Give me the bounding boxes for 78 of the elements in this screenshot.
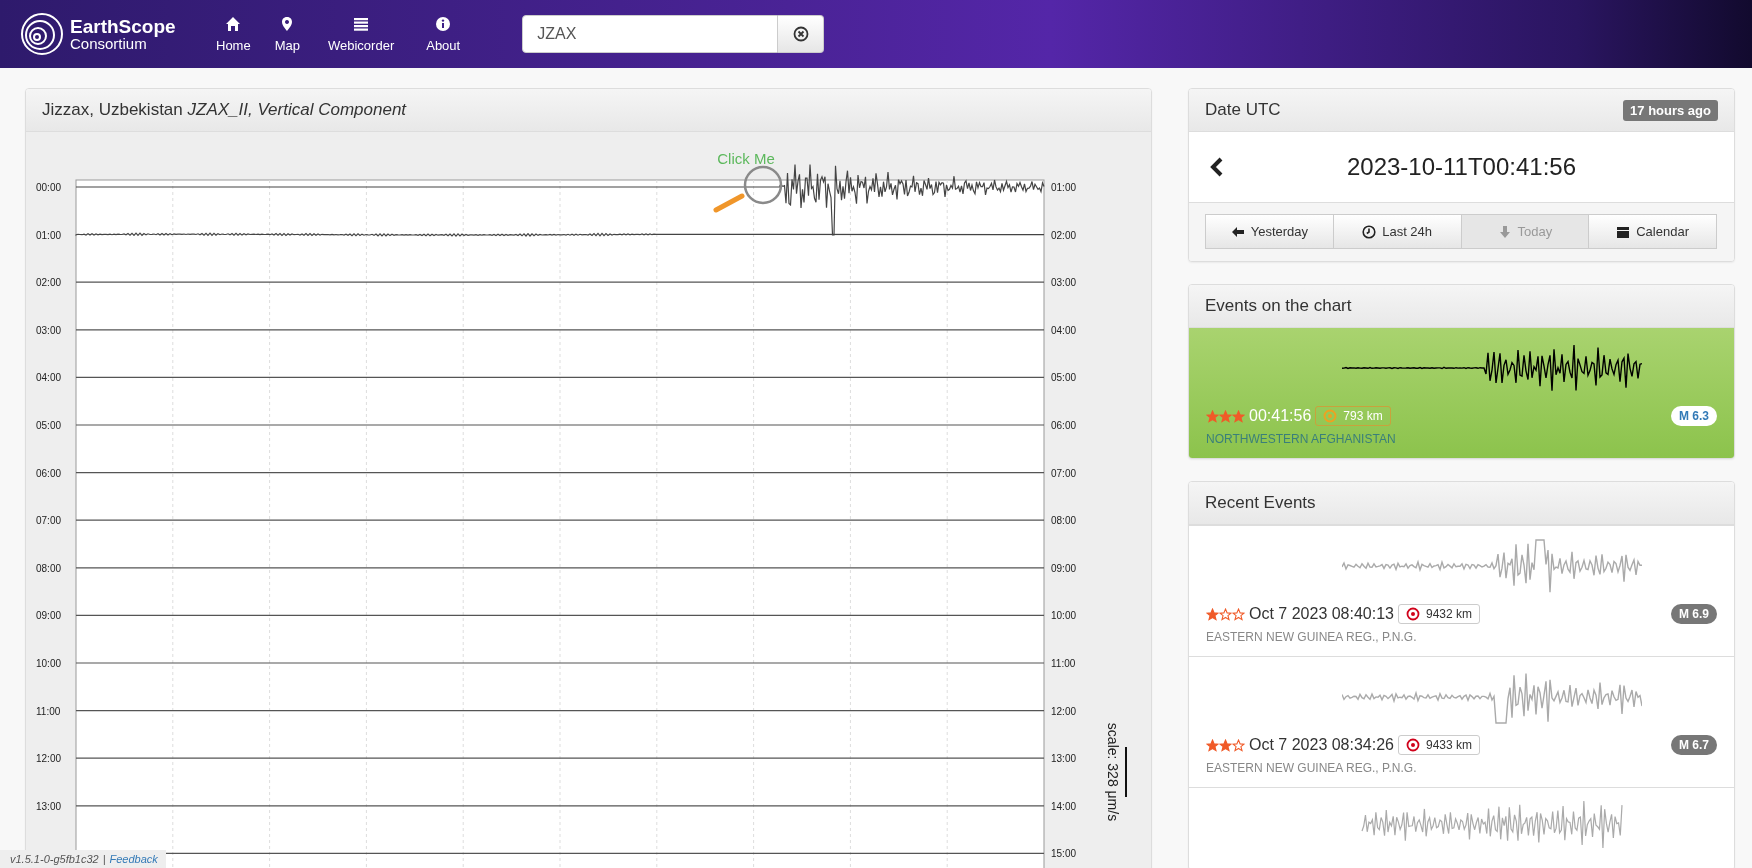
time-label: 12:00 <box>36 753 62 765</box>
time-label: 02:00 <box>36 277 62 289</box>
time-label: 07:00 <box>1051 467 1077 479</box>
info-icon <box>435 15 452 32</box>
time-label: 13:00 <box>1051 753 1077 765</box>
event-location: NORTHWESTERN AFGHANISTAN <box>1206 432 1397 446</box>
logo-icon <box>18 12 66 56</box>
target-icon <box>1323 409 1338 423</box>
panel-title: Jizzax, Uzbekistan JZAX_II, Vertical Component <box>42 100 407 120</box>
nav-link[interactable]: Home <box>204 15 263 53</box>
time-label: 03:00 <box>36 324 62 336</box>
panel-title: Recent Events <box>1205 493 1316 513</box>
home-icon <box>225 15 242 32</box>
target-icon <box>1406 607 1420 621</box>
date-display: 2023-10-11T00:41:56 <box>1345 153 1578 181</box>
time-label: 02:00 <box>1051 229 1077 241</box>
scale-label: scale: 328 μm/s <box>1105 722 1121 822</box>
time-label: 08:00 <box>36 562 62 574</box>
logo-subtitle: Consortium <box>70 36 147 51</box>
time-label: 08:00 <box>1051 515 1077 527</box>
event-location: EASTERN NEW GUINEA REG., P.N.G. <box>1206 630 1418 644</box>
scale-bar <box>1125 746 1127 798</box>
time-label: 11:00 <box>36 705 61 717</box>
magnifier-icon[interactable] <box>713 165 783 213</box>
event-time: 00:41:56 <box>1249 407 1312 425</box>
time-label: 09:00 <box>36 610 62 622</box>
time-label: 11:00 <box>1051 658 1076 669</box>
time-label: 01:00 <box>36 229 62 241</box>
event-item[interactable]: 00:41:56 793 km M 6.3 NORTHWESTERN AFGHANISTAN <box>1189 328 1734 458</box>
time-label: 06:00 <box>36 467 62 479</box>
list-icon <box>353 15 370 32</box>
back-chevron-icon[interactable] <box>1209 157 1225 177</box>
magnitude-badge: M 6.3 <box>1671 406 1717 426</box>
close-icon <box>792 26 809 42</box>
magnitude-badge: M 6.7 <box>1671 735 1717 755</box>
time-label: 00:00 <box>36 182 62 193</box>
distance-tag: 9433 km <box>1398 735 1481 755</box>
time-label: 12:00 <box>1051 705 1077 717</box>
nav-link[interactable]: About <box>410 15 473 53</box>
time-label: 05:00 <box>1051 372 1077 384</box>
time-label: 01:00 <box>1051 182 1077 193</box>
panel-title: Events on the chart <box>1205 296 1352 316</box>
distance-tag: 793 km <box>1315 406 1391 426</box>
time-ago-badge: 17 hours ago <box>1623 99 1718 121</box>
time-label: 14:00 <box>1051 800 1077 812</box>
clock-icon <box>1362 224 1377 239</box>
clear-button[interactable] <box>778 15 825 53</box>
time-label: 09:00 <box>1051 562 1077 574</box>
time-label: 13:00 <box>36 800 62 812</box>
time-label: 03:00 <box>1051 277 1077 289</box>
date-nav-button[interactable]: Yesterday <box>1205 214 1334 249</box>
time-label: 05:00 <box>36 420 62 431</box>
time-label: 10:00 <box>1051 610 1077 622</box>
magnitude-badge: M 6.9 <box>1671 604 1717 624</box>
distance-tag: 9432 km <box>1398 604 1481 624</box>
version-label: v1.5.1-0-g5fb1c32 <box>10 853 99 865</box>
event-item[interactable]: Oct 7 2023 08:40:13 9432 km M 6.9 EASTERN NEW GUINEA REG., P.N.G. <box>1189 525 1734 656</box>
time-label: 15:00 <box>1051 848 1077 860</box>
time-label: 04:00 <box>36 372 62 384</box>
time-label: 06:00 <box>1051 420 1077 431</box>
time-label: 10:00 <box>36 658 62 669</box>
time-label: 04:00 <box>1051 324 1077 336</box>
panel-title: Date UTC <box>1205 100 1281 120</box>
nav-link[interactable]: Webicorder <box>312 15 411 53</box>
target-icon <box>1406 738 1420 752</box>
event-time: Oct 7 2023 08:40:13 <box>1249 605 1394 623</box>
date-nav-button[interactable]: Last 24h <box>1332 214 1462 249</box>
feedback-link[interactable]: Feedback <box>109 853 158 865</box>
nav-link[interactable]: Map <box>262 15 312 53</box>
event-time: Oct 7 2023 08:34:26 <box>1249 736 1394 754</box>
calendar-icon <box>1616 224 1631 239</box>
event-item[interactable]: Oct 7 2023 08:34:26 9433 km M 6.7 EASTERN NEW GUINEA REG., P.N.G. <box>1189 656 1734 787</box>
search-field[interactable]: JZAX <box>522 15 779 53</box>
date-nav-button[interactable]: Calendar <box>1588 214 1717 249</box>
separator: | <box>102 853 106 865</box>
arrow-down-icon <box>1497 224 1512 239</box>
time-label: 07:00 <box>36 515 62 527</box>
event-location: EASTERN NEW GUINEA REG., P.N.G. <box>1206 761 1418 775</box>
